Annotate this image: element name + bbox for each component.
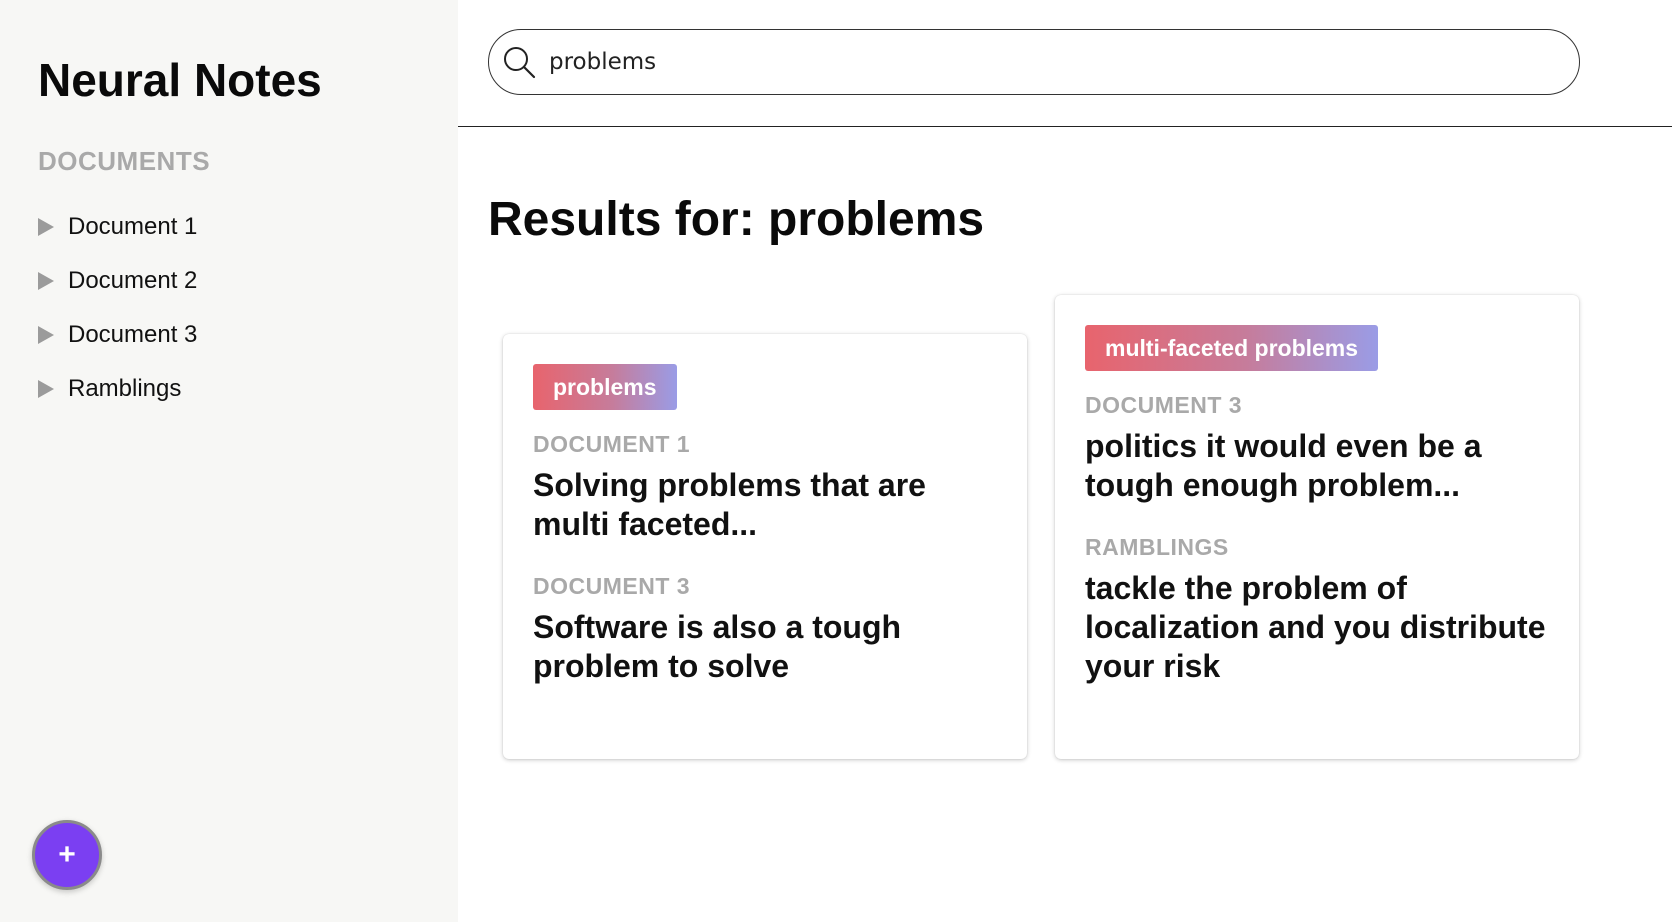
- sidebar-item-document-1[interactable]: Document 1: [38, 200, 197, 254]
- search-bar[interactable]: [488, 29, 1580, 95]
- snippet-document-label: DOCUMENT 3: [1085, 392, 1243, 418]
- sidebar: Neural Notes DOCUMENTS Document 1 Docume…: [0, 0, 458, 922]
- caret-right-icon[interactable]: [38, 272, 54, 290]
- snippet-text[interactable]: politics it would even be a tough enough…: [1085, 427, 1549, 505]
- concept-tag[interactable]: multi-faceted problems: [1085, 325, 1379, 371]
- caret-right-icon[interactable]: [38, 218, 54, 236]
- snippet-document-label: RAMBLINGS: [1085, 534, 1229, 560]
- sidebar-item-label[interactable]: Document 3: [68, 321, 197, 349]
- sidebar-item-document-3[interactable]: Document 3: [38, 308, 197, 362]
- sidebar-item-ramblings[interactable]: Ramblings: [38, 362, 197, 416]
- search-input[interactable]: [549, 40, 1559, 84]
- result-card: multi-faceted problems DOCUMENT 3 politi…: [1055, 295, 1579, 759]
- sidebar-item-label[interactable]: Document 1: [68, 213, 197, 241]
- concept-tag[interactable]: problems: [533, 364, 677, 410]
- header-divider: [458, 126, 1672, 127]
- snippet-document-label: DOCUMENT 3: [533, 573, 691, 599]
- snippet-text[interactable]: Solving problems that are multi faceted.…: [533, 466, 997, 544]
- results-title: Results for: problems: [488, 193, 985, 246]
- caret-right-icon[interactable]: [38, 380, 54, 398]
- sidebar-item-label[interactable]: Document 2: [68, 267, 197, 295]
- result-snippet: DOCUMENT 3 politics it would even be a t…: [1085, 391, 1549, 505]
- result-snippet: DOCUMENT 1 Solving problems that are mul…: [533, 430, 997, 544]
- app-title: Neural Notes: [38, 54, 322, 106]
- search-icon: [504, 47, 536, 79]
- snippet-text[interactable]: Software is also a tough problem to solv…: [533, 608, 997, 686]
- documents-section-label: DOCUMENTS: [38, 146, 211, 176]
- caret-right-icon[interactable]: [38, 326, 54, 344]
- snippet-text[interactable]: tackle the problem of localization and y…: [1085, 569, 1549, 686]
- sidebar-item-document-2[interactable]: Document 2: [38, 254, 197, 308]
- main-content: Results for: problems problems DOCUMENT …: [458, 0, 1672, 922]
- sidebar-item-label[interactable]: Ramblings: [68, 375, 181, 403]
- document-list: Document 1 Document 2 Document 3 Ramblin…: [38, 200, 197, 416]
- result-snippet: RAMBLINGS tackle the problem of localiza…: [1085, 533, 1549, 686]
- result-snippet: DOCUMENT 3 Software is also a tough prob…: [533, 572, 997, 686]
- snippet-document-label: DOCUMENT 1: [533, 431, 691, 457]
- add-document-button[interactable]: +: [32, 820, 102, 890]
- result-card: problems DOCUMENT 1 Solving problems tha…: [503, 334, 1027, 759]
